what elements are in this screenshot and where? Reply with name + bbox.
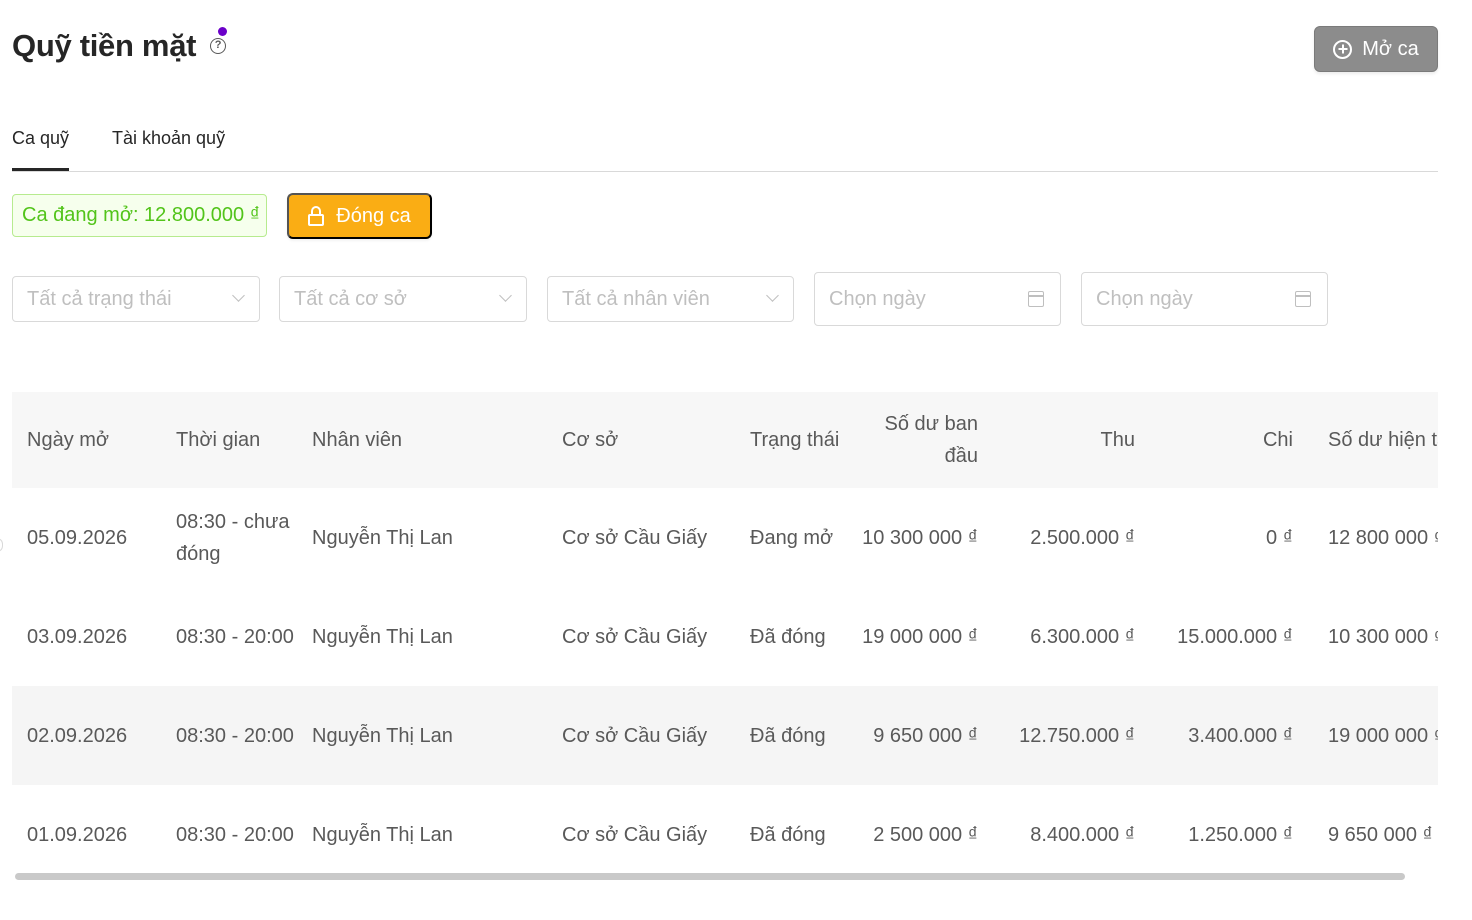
page-title: Quỹ tiền mặt — [12, 28, 197, 63]
branch-cell: Cơ sở Cầu Giấy — [547, 686, 735, 785]
column-header[interactable]: Số dư hiện tại — [1293, 392, 1438, 488]
to-date-picker[interactable]: Chọn ngày — [1081, 272, 1328, 326]
expense-cell: 15.000.000 ₫ — [1177, 625, 1293, 648]
cash-fund-page: Quỹ tiền mặt ? Mở ca Ca quỹ Tài khoản qu… — [0, 0, 1472, 920]
branch-cell: Cơ sở Cầu Giấy — [562, 526, 708, 549]
close-shift-button[interactable]: Đóng ca — [287, 193, 432, 239]
table-row[interactable]: 02.09.2026 08:30 - 20:00 Nguyễn Thị Lan … — [12, 686, 1438, 785]
tab-cash-shifts[interactable]: Ca quỹ — [12, 128, 70, 171]
opening-balance-cell: 19 000 000 ₫ — [862, 625, 978, 648]
status-cell: Đã đóng — [750, 625, 826, 648]
opening-balance-cell: 2 500 000 ₫ — [873, 823, 978, 846]
income-cell: 8.400.000 ₫ — [1030, 823, 1135, 846]
column-header[interactable]: Thu — [978, 392, 1135, 488]
status-cell: Đã đóng — [750, 823, 826, 846]
expense-cell: 0 ₫ — [1266, 526, 1293, 549]
cash-shift-table-wrapper[interactable]: Ngày mở Thời gian Nhân viên Cơ sở Trạng … — [12, 392, 1438, 870]
current-balance-cell: 9 650 000 ₫ — [1328, 823, 1433, 846]
to-date-placeholder: Chọn ngày — [1096, 287, 1193, 310]
table-row[interactable]: 01.09.2026 08:30 - 20:00 Nguyễn Thị Lan … — [12, 785, 1438, 870]
table-row[interactable]: 05.09.2026 08:30 - chưa đóng Nguyễn Thị … — [12, 488, 1438, 587]
open-shift-balance-badge: Ca đang mở: 12.800.000 ₫ — [12, 194, 267, 237]
calendar-icon — [1295, 291, 1311, 307]
cash-shift-table: Ngày mở Thời gian Nhân viên Cơ sở Trạng … — [12, 392, 1438, 870]
staff-cell: Nguyễn Thị Lan — [312, 823, 453, 846]
staff-cell: Nguyễn Thị Lan — [312, 625, 453, 648]
chevron-down-icon — [766, 289, 779, 302]
chevron-down-icon — [232, 289, 245, 302]
expense-cell: 1.250.000 ₫ — [1188, 823, 1293, 846]
expense-cell: 3.400.000 ₫ — [1135, 686, 1293, 785]
staff-cell: Nguyễn Thị Lan — [312, 526, 453, 549]
plus-circle-icon — [1333, 39, 1353, 59]
open-date-cell: 05.09.2026 — [27, 526, 128, 549]
status-filter-select[interactable]: Tất cả trạng thái — [12, 276, 260, 322]
status-filter-placeholder: Tất cả trạng thái — [27, 287, 172, 310]
status-cell: Đã đóng — [735, 686, 843, 785]
horizontal-scrollbar[interactable] — [15, 873, 1405, 880]
table-header-row: Ngày mở Thời gian Nhân viên Cơ sở Trạng … — [12, 392, 1438, 488]
current-balance-cell: 10 300 000 ₫ — [1328, 625, 1438, 648]
staff-filter-select[interactable]: Tất cả nhân viên — [547, 276, 794, 322]
chevron-down-icon — [499, 289, 512, 302]
close-shift-label: Đóng ca — [336, 204, 411, 227]
column-header[interactable]: Chi — [1135, 392, 1293, 488]
lock-icon — [308, 206, 325, 226]
drawer-handle[interactable] — [0, 538, 3, 552]
current-balance-cell: 19 000 000 ₫ — [1293, 686, 1438, 785]
branch-cell: Cơ sở Cầu Giấy — [562, 823, 708, 846]
open-shift-label: Mở ca — [1362, 37, 1419, 60]
calendar-icon — [1028, 291, 1044, 307]
income-cell: 2.500.000 ₫ — [1030, 526, 1135, 549]
notification-dot — [218, 27, 227, 36]
column-header[interactable]: Số dư ban đầu — [843, 392, 978, 488]
column-header[interactable]: Ngày mở — [12, 392, 161, 488]
current-balance-cell: 12 800 000 ₫ — [1328, 526, 1438, 549]
staff-cell: Nguyễn Thị Lan — [297, 686, 547, 785]
opening-balance-cell: 9 650 000 ₫ — [843, 686, 978, 785]
table-row[interactable]: 03.09.2026 08:30 - 20:00 Nguyễn Thị Lan … — [12, 587, 1438, 686]
status-cell: Đang mở — [750, 526, 834, 549]
open-shift-button[interactable]: Mở ca — [1314, 26, 1438, 72]
time-cell: 08:30 - 20:00 — [176, 625, 294, 648]
time-cell: 08:30 - 20:00 — [176, 823, 294, 846]
column-header[interactable]: Thời gian — [161, 392, 297, 488]
time-cell: 08:30 - chưa đóng — [176, 510, 290, 565]
staff-filter-placeholder: Tất cả nhân viên — [562, 287, 710, 310]
income-cell: 6.300.000 ₫ — [1030, 625, 1135, 648]
page-header: Quỹ tiền mặt ? — [12, 28, 227, 64]
open-date-cell: 01.09.2026 — [27, 823, 128, 846]
branch-cell: Cơ sở Cầu Giấy — [562, 625, 708, 648]
branch-filter-placeholder: Tất cả cơ sở — [294, 287, 407, 310]
column-header[interactable]: Cơ sở — [547, 392, 735, 488]
column-header[interactable]: Trạng thái — [735, 392, 843, 488]
time-cell: 08:30 - 20:00 — [161, 686, 297, 785]
question-circle-icon[interactable]: ? — [210, 38, 227, 54]
tab-fund-accounts[interactable]: Tài khoản quỹ — [112, 128, 225, 149]
opening-balance-cell: 10 300 000 ₫ — [862, 526, 978, 549]
open-date-cell: 02.09.2026 — [12, 686, 161, 785]
fund-tabs: Ca quỹ Tài khoản quỹ — [12, 118, 1438, 172]
income-cell: 12.750.000 ₫ — [978, 686, 1135, 785]
from-date-picker[interactable]: Chọn ngày — [814, 272, 1061, 326]
column-header[interactable]: Nhân viên — [297, 392, 547, 488]
from-date-placeholder: Chọn ngày — [829, 287, 926, 310]
branch-filter-select[interactable]: Tất cả cơ sở — [279, 276, 527, 322]
open-date-cell: 03.09.2026 — [27, 625, 128, 648]
